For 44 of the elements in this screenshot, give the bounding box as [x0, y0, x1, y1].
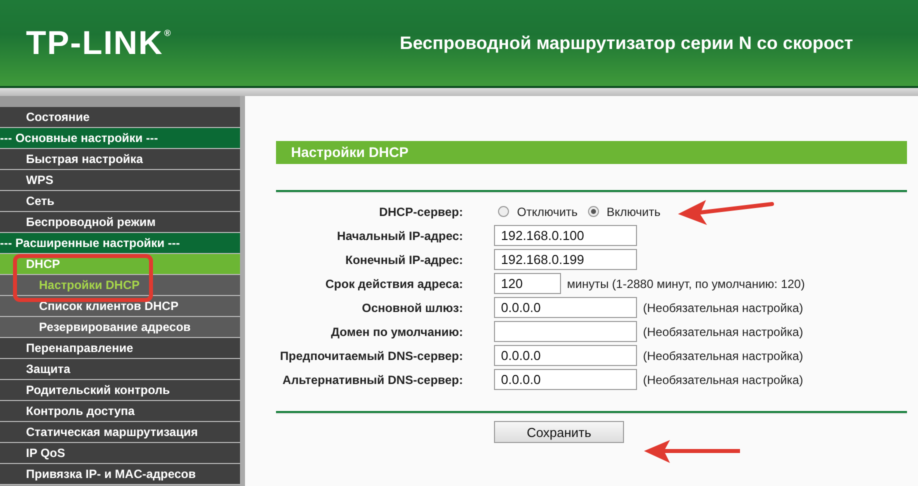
field-label: Начальный IP-адрес:: [336, 228, 463, 242]
input-field[interactable]: 120: [494, 273, 561, 294]
sidebar-item[interactable]: Быстрая настройка: [0, 149, 240, 170]
sidebar-section-header: --- Расширенные настройки ---: [0, 233, 240, 254]
input-field[interactable]: 0.0.0.0: [494, 369, 637, 390]
page-header-title: Беспроводной маршрутизатор серии N со скорост: [400, 32, 854, 54]
panel-title: Настройки DHCP: [276, 141, 907, 164]
sidebar-item[interactable]: Настройки DHCP: [0, 275, 240, 296]
sidebar-item[interactable]: Беспроводной режим: [0, 212, 240, 233]
field-label: Конечный IP-адрес:: [344, 252, 463, 266]
tp-link-logo: TP-LINK®: [26, 24, 172, 62]
sidebar-item[interactable]: Статическая маршрутизация: [0, 422, 240, 443]
input-field[interactable]: [494, 321, 637, 342]
sidebar-item[interactable]: Сеть: [0, 191, 240, 212]
sidebar-item[interactable]: Защита: [0, 359, 240, 380]
input-field[interactable]: 0.0.0.0: [494, 345, 637, 366]
sidebar-item[interactable]: Контроль доступа: [0, 401, 240, 422]
field-note: (Необязательная настройка): [643, 372, 804, 386]
input-field[interactable]: 0.0.0.0: [494, 297, 637, 318]
sidebar-section-header: --- Основные настройки ---: [0, 128, 240, 149]
field-label: Срок действия адреса:: [324, 276, 463, 290]
input-field[interactable]: 192.168.0.100: [494, 225, 637, 246]
input-field[interactable]: 192.168.0.199: [494, 249, 637, 270]
radio-label: Включить: [606, 204, 660, 218]
field-note: минуты (1-2880 минут, по умолчанию: 120): [567, 276, 805, 290]
sidebar-item[interactable]: Состояние: [0, 107, 240, 128]
field-note: (Необязательная настройка): [643, 300, 804, 314]
sidebar-item[interactable]: WPS: [0, 170, 240, 191]
sidebar-item[interactable]: Родительский контроль: [0, 380, 240, 401]
radio-button[interactable]: [498, 206, 509, 217]
sidebar-item[interactable]: Привязка IP- и MAC-адресов: [0, 464, 240, 485]
field-label: Предпочитаемый DNS-сервер:: [279, 348, 463, 362]
radio-button[interactable]: [588, 206, 599, 217]
sidebar-item[interactable]: IP QoS: [0, 443, 240, 464]
field-label: DHCP-сервер:: [378, 204, 463, 218]
save-button[interactable]: Сохранить: [494, 421, 624, 443]
sidebar-item[interactable]: Резервирование адресов: [0, 317, 240, 338]
field-label: Альтернативный DNS-сервер:: [282, 372, 463, 386]
field-label: Домен по умолчанию:: [330, 324, 463, 338]
sidebar-item[interactable]: Перенаправление: [0, 338, 240, 359]
field-label: Основной шлюз:: [360, 300, 463, 314]
radio-label: Отключить: [517, 204, 578, 218]
field-note: (Необязательная настройка): [643, 324, 804, 338]
field-note: (Необязательная настройка): [643, 348, 804, 362]
